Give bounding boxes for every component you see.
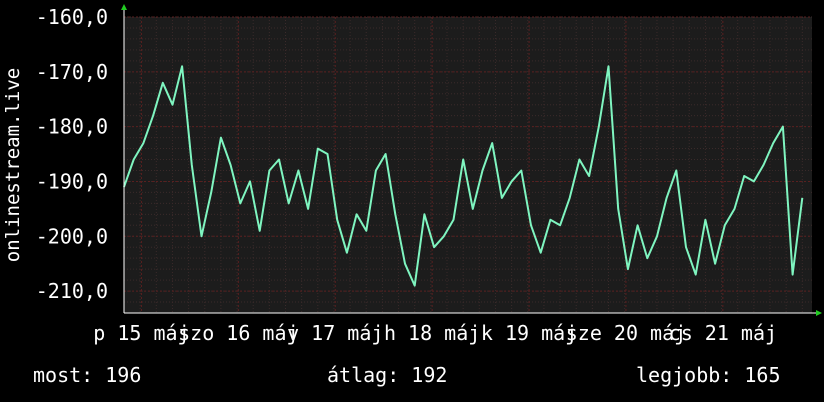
stat-current: most: 196 xyxy=(33,363,141,387)
x-tick-label: p 15 máj xyxy=(93,321,189,345)
stat-average: átlag: 192 xyxy=(327,363,447,387)
x-tick-label: cs 21 máj xyxy=(669,321,777,345)
y-tick-label: -180,0 xyxy=(36,115,108,139)
y-tick-label: -160,0 xyxy=(36,5,108,29)
plot-area xyxy=(124,17,812,313)
chart-svg: -160,0 -170,0 -180,0 -190,0 -200,0 -210,0 p 1… xyxy=(0,0,824,402)
x-tick-label: h 18 máj xyxy=(384,321,480,345)
stat-best: legjobb: 165 xyxy=(636,363,781,387)
chart-root: -160,0 -170,0 -180,0 -190,0 -200,0 -210,0 p 1… xyxy=(0,0,824,402)
x-tick-label: k 19 máj xyxy=(481,321,577,345)
x-tick-label: szo 16 máj xyxy=(178,321,298,345)
x-tick-label: v 17 máj xyxy=(287,321,383,345)
y-tick-label: -200,0 xyxy=(36,224,108,248)
y-tick-label: -210,0 xyxy=(36,279,108,303)
x-tick-labels: p 15 májszo 16 májv 17 máj h 18 máj k 19 m… xyxy=(93,321,777,345)
y-tick-label: -190,0 xyxy=(36,169,108,193)
y-axis-label: onlinestream.live xyxy=(2,68,24,262)
y-tick-label: -170,0 xyxy=(36,60,108,84)
